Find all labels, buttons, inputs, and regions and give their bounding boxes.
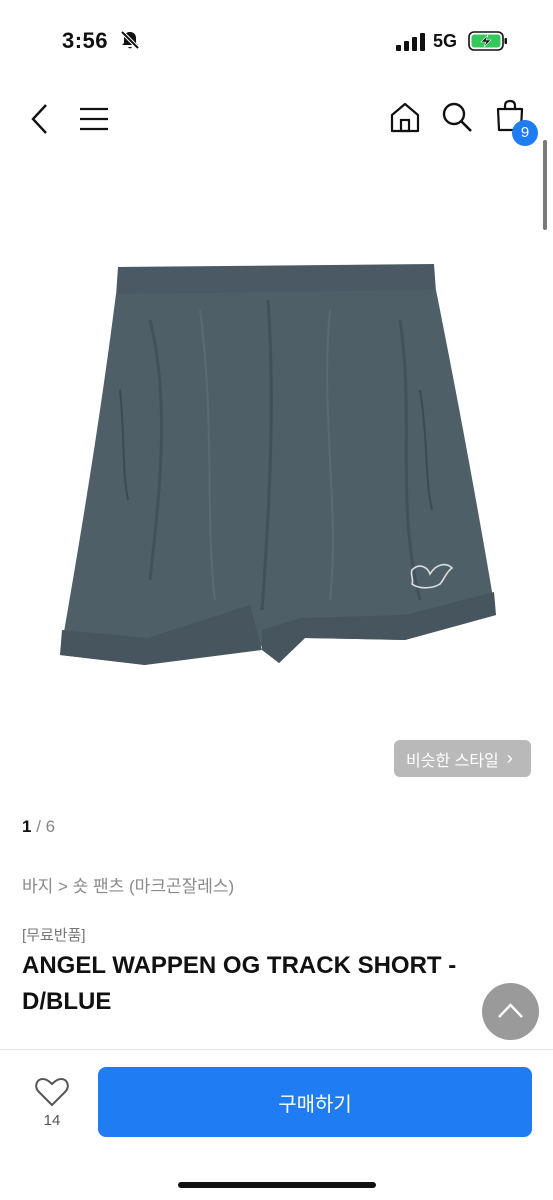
like-button[interactable]: 14 [30, 1072, 74, 1132]
home-button[interactable] [388, 100, 422, 134]
search-button[interactable] [440, 100, 474, 134]
status-time: 3:56 [62, 28, 109, 53]
nav-bar: 9 [0, 90, 553, 150]
buy-button[interactable]: 구매하기 [98, 1067, 532, 1137]
home-icon [390, 102, 420, 133]
product-title: ANGEL WAPPEN OG TRACK SHORT - D/BLUE [22, 952, 457, 1015]
cart-button[interactable]: 9 [494, 98, 542, 146]
like-count: 14 [43, 1112, 61, 1129]
breadcrumb[interactable]: 바지 > 숏 팬츠 (마크곤잘레스) [22, 872, 234, 897]
similar-style-label: 비슷한 스타일 [406, 752, 499, 770]
menu-button[interactable] [78, 104, 110, 134]
network-label: 5G [433, 31, 458, 51]
chevron-up-icon [498, 1003, 523, 1018]
free-return-tag: [무료반품] [22, 927, 86, 944]
similar-style-button[interactable]: 비슷한 스타일 › [394, 740, 531, 777]
signal-icon [396, 33, 425, 51]
status-bar: 3:56 5G [0, 0, 553, 80]
pager-total: / 6 [31, 817, 56, 836]
chevron-right-icon: › [506, 748, 513, 768]
scroll-to-top-button[interactable] [482, 983, 539, 1040]
cart-count-badge: 9 [512, 120, 538, 146]
heart-icon [35, 1077, 69, 1107]
back-button[interactable] [26, 102, 56, 136]
buy-button-label: 구매하기 [278, 1093, 352, 1116]
home-indicator [178, 1182, 376, 1188]
image-pager: 1 / 6 [22, 817, 55, 837]
battery-charging-icon [468, 31, 507, 51]
bell-slash-icon [120, 30, 140, 50]
search-icon [442, 102, 472, 132]
back-chevron-icon [31, 104, 47, 134]
hamburger-menu-icon [80, 107, 108, 131]
bottom-bar-divider [0, 1049, 553, 1050]
product-image[interactable] [0, 160, 553, 790]
